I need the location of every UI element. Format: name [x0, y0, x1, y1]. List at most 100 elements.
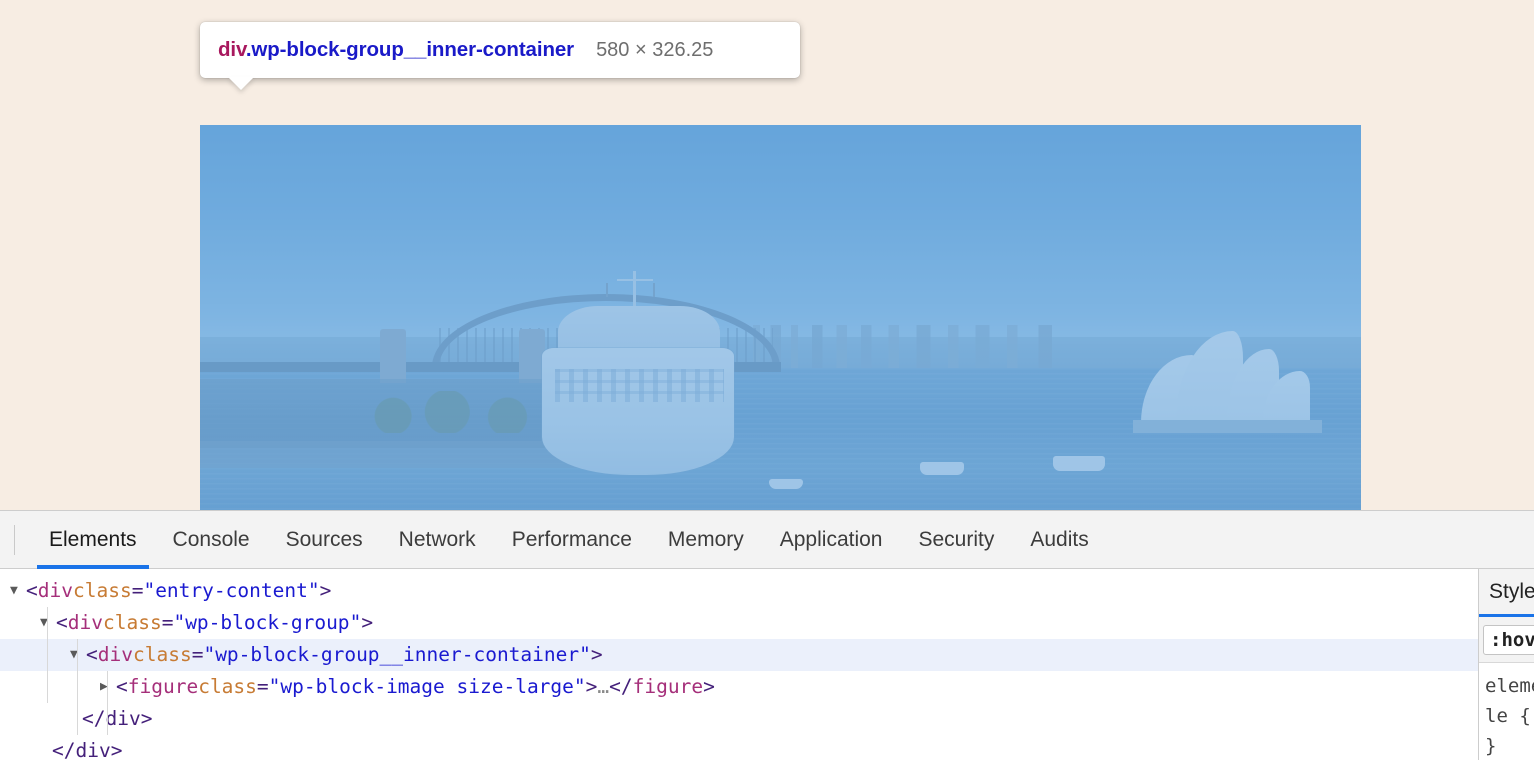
dom-attr-value: wp-block-image size-large: [280, 671, 574, 703]
tab-application[interactable]: Application: [762, 511, 901, 569]
dom-collapsed-ellipsis[interactable]: …: [597, 671, 609, 703]
browser-page-viewport: div.wp-block-group__inner-container 580 …: [0, 0, 1534, 510]
dom-tree-view[interactable]: ▼<div class="entry-content"> ▼<div class…: [0, 569, 1478, 760]
expand-triangle-icon[interactable]: ▼: [70, 639, 86, 671]
bridge-pylon-left: [380, 329, 406, 383]
styles-toolbar: :hov: [1479, 617, 1534, 663]
tree-guide-line: [47, 607, 48, 703]
dom-quote: ": [203, 639, 215, 671]
dom-punct: <: [56, 607, 68, 639]
styles-tab[interactable]: Styles: [1479, 569, 1534, 617]
dom-quote: ": [308, 575, 320, 607]
dom-quote: ": [143, 575, 155, 607]
sky-region: [200, 125, 1361, 344]
dom-punct: >: [586, 671, 598, 703]
dom-tag-name: div: [98, 639, 133, 671]
dom-row-selected[interactable]: ▼<div class="wp-block-group__inner-conta…: [0, 639, 1478, 671]
tab-bar-divider: [14, 525, 15, 555]
dom-attr-name: class: [103, 607, 162, 639]
tab-console[interactable]: Console: [155, 511, 268, 569]
dom-attr-name: class: [133, 639, 192, 671]
tooltip-class-selector: .wp-block-group__inner-container: [246, 38, 574, 61]
devtools-body: ▼<div class="entry-content"> ▼<div class…: [0, 569, 1534, 760]
tab-console-label: Console: [173, 528, 250, 552]
devtools-inspect-tooltip: div.wp-block-group__inner-container 580 …: [200, 22, 800, 78]
tab-performance-label: Performance: [512, 528, 632, 552]
dom-attr-name: class: [198, 671, 257, 703]
dom-punct: <: [86, 639, 98, 671]
dom-row[interactable]: </div>: [0, 703, 1478, 735]
devtools-panel: Elements Console Sources Network Perform…: [0, 510, 1534, 760]
tab-security[interactable]: Security: [900, 511, 1012, 569]
tab-security-label: Security: [918, 528, 994, 552]
tab-elements-label: Elements: [49, 528, 137, 552]
sydney-opera-house: [1129, 341, 1326, 441]
force-hover-state-button[interactable]: :hov: [1483, 625, 1534, 655]
dom-tag-name: div: [68, 607, 103, 639]
dom-quote: ": [579, 639, 591, 671]
tab-network[interactable]: Network: [381, 511, 494, 569]
dom-row[interactable]: </div>: [0, 735, 1478, 760]
tooltip-tag-name: div: [218, 38, 246, 61]
dom-quote: ": [173, 607, 185, 639]
dom-quote: ": [350, 607, 362, 639]
tab-application-label: Application: [780, 528, 883, 552]
cruise-ship-hull: [542, 348, 734, 475]
inspected-image-block[interactable]: [200, 125, 1361, 510]
dom-eq: =: [257, 671, 269, 703]
tree-guide-line: [107, 671, 108, 735]
tab-network-label: Network: [399, 528, 476, 552]
dom-punct: >: [320, 575, 332, 607]
dom-closing-tag: </div>: [52, 735, 122, 760]
dom-eq: =: [132, 575, 144, 607]
tab-memory-label: Memory: [668, 528, 744, 552]
cruise-ship-windows: [555, 369, 723, 402]
dom-tag-name: figure: [128, 671, 198, 703]
dom-eq: =: [192, 639, 204, 671]
dom-attr-value: entry-content: [155, 575, 308, 607]
city-skyline: [746, 325, 1094, 371]
cruise-ship-mast: [633, 271, 636, 310]
dom-punct: <: [26, 575, 38, 607]
dom-attr-value: wp-block-group: [185, 607, 349, 639]
dom-closing-tag-name: figure: [633, 671, 703, 703]
dom-quote: ": [574, 671, 586, 703]
dom-punct: <: [116, 671, 128, 703]
tab-performance[interactable]: Performance: [494, 511, 650, 569]
dom-punct: </: [609, 671, 632, 703]
style-rule-line: }: [1485, 731, 1534, 760]
styles-tab-label: Styles: [1489, 580, 1534, 604]
opera-house-base: [1133, 420, 1322, 433]
collapse-triangle-icon[interactable]: ▶: [100, 671, 116, 703]
styles-sidebar: Styles :hov element.sty le { }: [1478, 569, 1534, 760]
dom-eq: =: [162, 607, 174, 639]
tab-audits-label: Audits: [1030, 528, 1088, 552]
style-rule-line: element.sty: [1485, 671, 1534, 701]
tooltip-selector: div.wp-block-group__inner-container: [218, 36, 574, 64]
style-rule-line: le {: [1485, 701, 1534, 731]
tab-audits[interactable]: Audits: [1012, 511, 1106, 569]
dom-closing-tag: </div>: [82, 703, 152, 735]
tooltip-size-label: 580 × 326.25: [596, 39, 713, 62]
ferry-boat: [920, 462, 964, 475]
dom-row[interactable]: ▶<figure class="wp-block-image size-larg…: [0, 671, 1478, 703]
ferry-boat: [769, 479, 803, 489]
dom-attr-value: wp-block-group__inner-container: [215, 639, 579, 671]
expand-triangle-icon[interactable]: ▼: [40, 607, 56, 639]
dom-attr-name: class: [73, 575, 132, 607]
expand-triangle-icon[interactable]: ▼: [10, 575, 26, 607]
harbour-photo: [200, 125, 1361, 510]
dom-tag-name: div: [38, 575, 73, 607]
dom-row[interactable]: ▼<div class="wp-block-group">: [0, 607, 1478, 639]
dom-quote: ": [269, 671, 281, 703]
tree-guide-line: [77, 639, 78, 735]
tab-memory[interactable]: Memory: [650, 511, 762, 569]
dom-punct: >: [703, 671, 715, 703]
styles-rule-list[interactable]: element.sty le { }: [1479, 663, 1534, 760]
devtools-tab-bar: Elements Console Sources Network Perform…: [0, 511, 1534, 569]
dom-row[interactable]: ▼<div class="entry-content">: [0, 575, 1478, 607]
dom-punct: >: [361, 607, 373, 639]
dom-punct: >: [591, 639, 603, 671]
tab-elements[interactable]: Elements: [31, 511, 155, 569]
tab-sources[interactable]: Sources: [268, 511, 381, 569]
